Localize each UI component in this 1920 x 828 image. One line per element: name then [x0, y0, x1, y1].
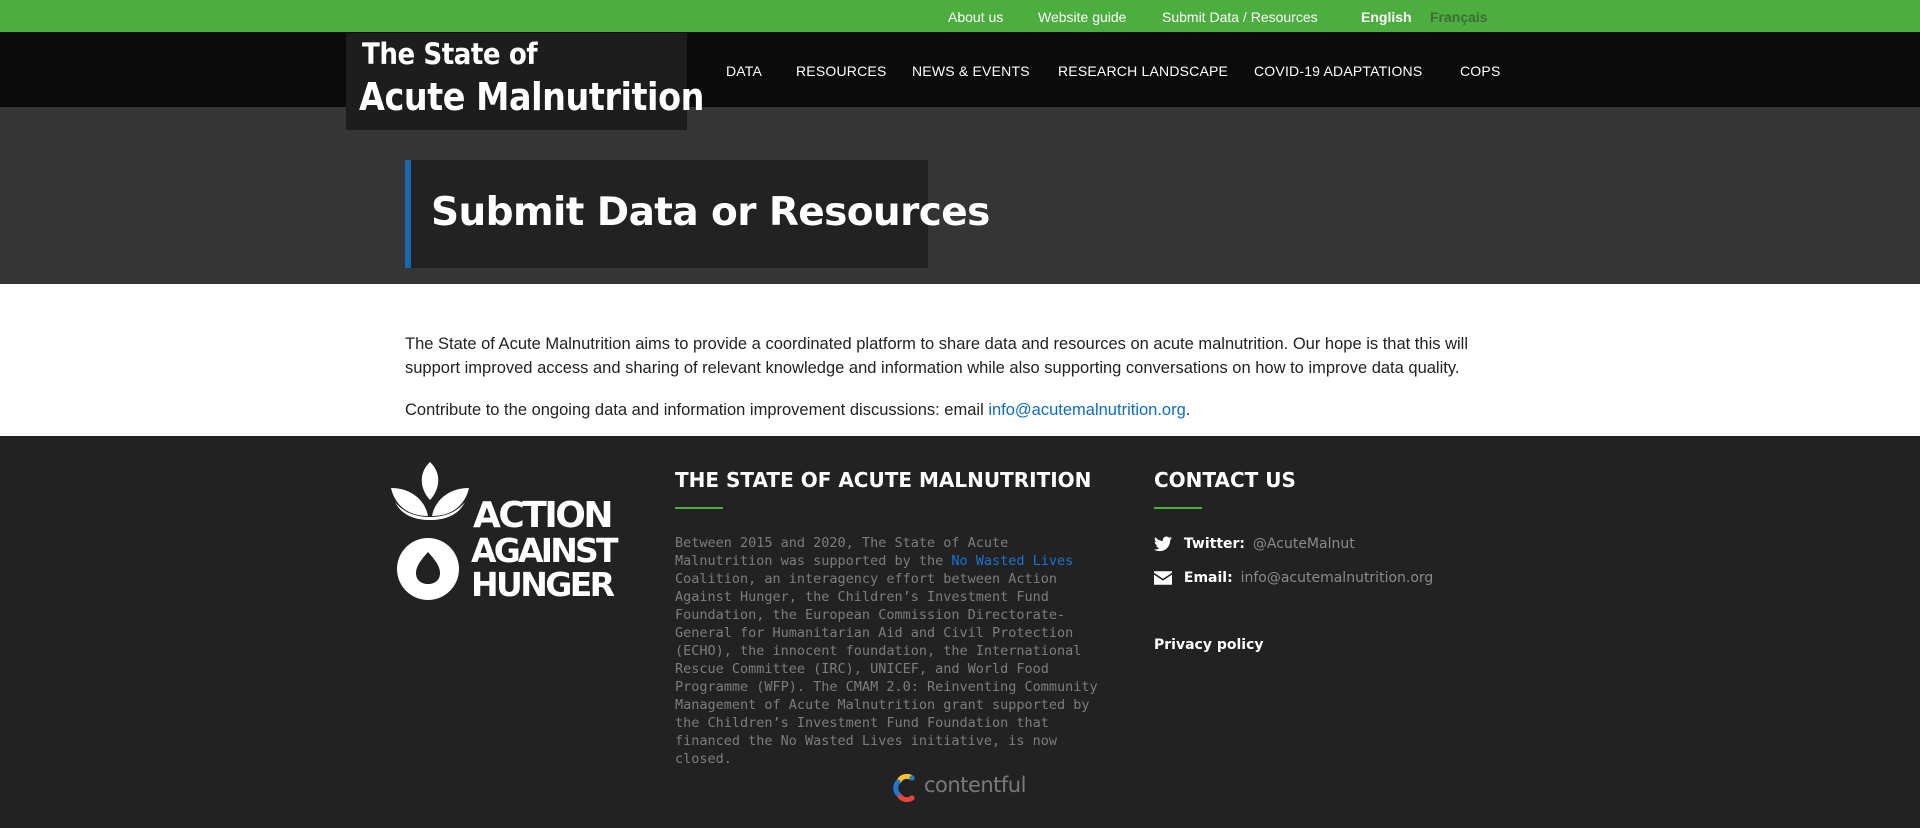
language-french[interactable]: Français	[1430, 9, 1488, 25]
contribute-end: .	[1185, 401, 1191, 419]
logo-word-hunger: HUNGER	[471, 565, 615, 602]
twitter-label: Twitter:	[1183, 536, 1246, 552]
twitter-icon	[1154, 536, 1172, 552]
contribute-text: Contribute to the ongoing data and infor…	[405, 401, 989, 419]
email-value[interactable]: info@acutemalnutrition.org	[1241, 570, 1434, 586]
about-text: Between 2015 and 2020, The State of Acut…	[675, 534, 1105, 768]
no-wasted-lives-link[interactable]: No Wasted Lives	[951, 553, 1073, 569]
about-heading-rule	[675, 507, 723, 509]
twitter-row[interactable]: Twitter: @AcuteMalnut	[1154, 535, 1355, 552]
contentful-logo[interactable]	[890, 772, 920, 804]
privacy-policy-link[interactable]: Privacy policy	[1154, 637, 1264, 653]
logo-line-1: The State of	[362, 37, 538, 71]
page-title: Submit Data or Resources	[431, 190, 990, 235]
contact-heading: CONTACT US	[1154, 468, 1296, 492]
nav-covid-adaptations[interactable]: COVID-19 ADAPTATIONS	[1254, 63, 1422, 79]
website-guide-link[interactable]: Website guide	[1038, 9, 1126, 25]
email-row[interactable]: Email: info@acutemalnutrition.org	[1154, 569, 1433, 586]
nav-cops[interactable]: COPS	[1460, 63, 1500, 79]
submit-data-link[interactable]: Submit Data / Resources	[1162, 9, 1318, 25]
contentful-wordmark: contentful	[924, 773, 1026, 797]
contribute-paragraph: Contribute to the ongoing data and infor…	[405, 398, 1505, 422]
logo-line-2: Acute Malnutrition	[359, 75, 704, 119]
about-heading: THE STATE OF ACUTE MALNUTRITION	[675, 468, 1092, 492]
main-content: The State of Acute Malnutrition aims to …	[0, 284, 1920, 436]
action-against-hunger-logo[interactable]: ACTION AGAINST HUNGER	[391, 462, 631, 602]
nav-research-landscape[interactable]: RESEARCH LANDSCAPE	[1058, 63, 1228, 79]
nav-news-events[interactable]: NEWS & EVENTS	[912, 63, 1030, 79]
email-label: Email:	[1183, 570, 1233, 586]
contact-email-link[interactable]: info@acutemalnutrition.org	[988, 401, 1185, 419]
intro-paragraph: The State of Acute Malnutrition aims to …	[405, 335, 1468, 377]
language-english[interactable]: English	[1361, 9, 1412, 25]
site-logo[interactable]: The State of Acute Malnutrition	[346, 33, 704, 130]
page-title-box: Submit Data or Resources	[405, 160, 990, 268]
envelope-icon	[1154, 571, 1172, 586]
logo-word-action: ACTION	[473, 495, 611, 536]
twitter-handle[interactable]: @AcuteMalnut	[1253, 536, 1355, 552]
about-text-part-2: Coalition, an interagency effort between…	[675, 571, 1098, 767]
nav-data[interactable]: DATA	[726, 63, 762, 79]
contact-heading-rule	[1154, 507, 1202, 509]
about-us-link[interactable]: About us	[948, 9, 1003, 25]
nav-resources[interactable]: RESOURCES	[796, 63, 886, 79]
utility-bar: About us Website guide Submit Data / Res…	[0, 0, 1920, 32]
